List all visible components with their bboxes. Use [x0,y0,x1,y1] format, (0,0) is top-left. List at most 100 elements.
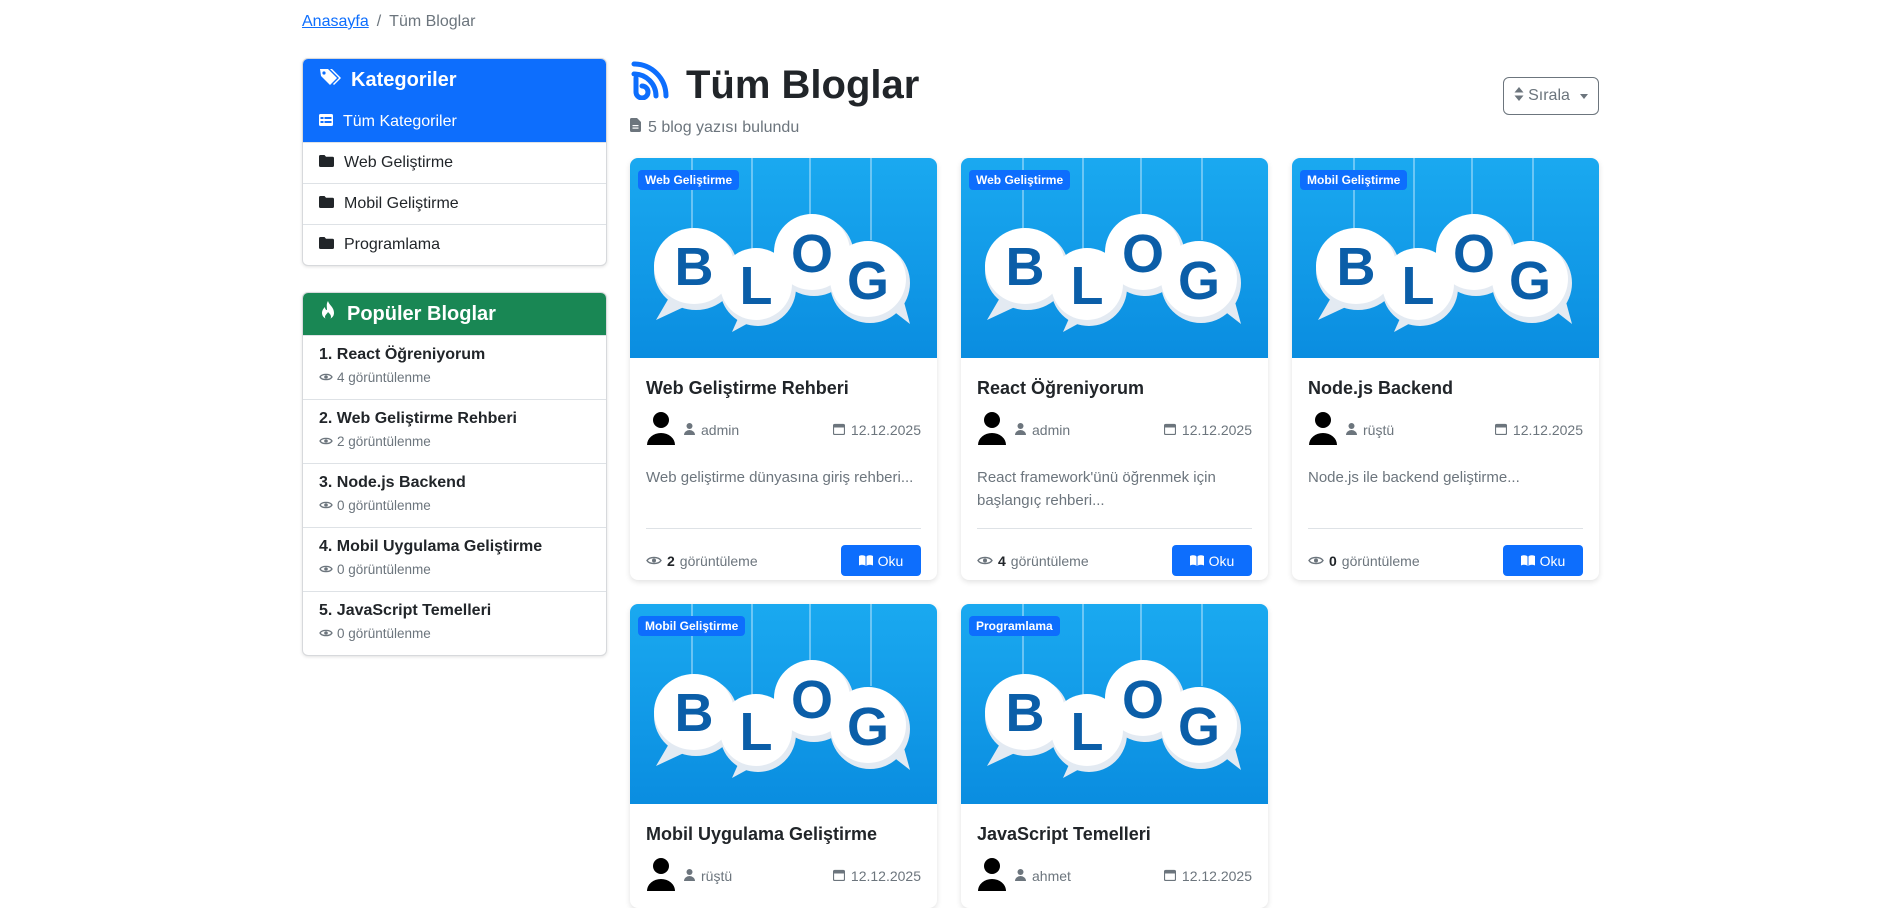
blog-views: 0 görüntüleme [1308,553,1420,569]
svg-text:L: L [1071,702,1104,762]
blog-cover-image[interactable]: B L O G Mobil Geliştirme [1292,158,1599,358]
breadcrumb: Anasayfa / Tüm Bloglar [302,13,475,31]
blog-title[interactable]: React Öğreniyorum [977,378,1252,399]
book-open-icon [1189,553,1204,569]
popular-blog-title[interactable]: 3. Node.js Backend [319,474,606,492]
svg-text:B: B [1006,237,1045,297]
eye-icon [319,498,333,513]
category-label: Mobil Geliştirme [344,195,459,212]
svg-text:B: B [675,683,714,743]
category-badge: Mobil Geliştirme [638,616,746,636]
blog-card[interactable]: B L O G Programlama JavaScript Temelleri… [961,604,1268,908]
breadcrumb-current: Tüm Bloglar [389,13,476,30]
blog-title[interactable]: Node.js Backend [1308,378,1583,399]
file-icon [630,118,641,137]
calendar-icon [1494,422,1508,438]
category-label: Web Geliştirme [344,154,454,171]
user-icon [684,422,695,438]
eye-icon [319,562,333,577]
avatar [646,411,676,448]
breadcrumb-home-link[interactable]: Anasayfa [302,13,369,31]
popular-blog-item[interactable]: 1. React Öğreniyorum 4 görüntülenme [303,335,606,399]
popular-blog-item[interactable]: 3. Node.js Backend 0 görüntülenme [303,463,606,527]
blog-title[interactable]: Web Geliştirme Rehberi [646,378,921,399]
eye-icon [319,434,333,449]
blog-date: 12.12.2025 [1163,868,1252,884]
eye-icon [646,553,662,569]
tags-icon [319,67,341,93]
read-button[interactable]: Oku [841,545,921,576]
calendar-icon [832,422,846,438]
category-item-web[interactable]: Web Geliştirme [303,142,606,183]
blog-author: ahmet [1015,868,1071,884]
blog-cover-image[interactable]: B L O G Web Geliştirme [630,158,937,358]
svg-text:G: G [847,251,889,311]
read-button[interactable]: Oku [1503,545,1583,576]
book-open-icon [858,553,873,569]
blog-date: 12.12.2025 [832,422,921,438]
svg-text:L: L [740,702,773,762]
popular-blog-item[interactable]: 2. Web Geliştirme Rehberi 2 görüntülenme [303,399,606,463]
eye-icon [977,553,993,569]
blog-card-footer: 0 görüntüleme Oku [1308,528,1583,576]
categories-card: Kategoriler Tüm Kategoriler Web Geliştir… [302,58,607,266]
page-title: Tüm Bloglar [686,62,920,107]
category-item-all[interactable]: Tüm Kategoriler [303,101,606,142]
svg-text:L: L [1071,256,1104,316]
popular-blog-item[interactable]: 4. Mobil Uygulama Geliştirme 0 görüntüle… [303,527,606,591]
category-item-mobile[interactable]: Mobil Geliştirme [303,183,606,224]
blog-date: 12.12.2025 [1494,422,1583,438]
categories-header: Kategoriler [303,59,606,101]
popular-blog-title[interactable]: 5. JavaScript Temelleri [319,602,606,620]
blog-title[interactable]: Mobil Uygulama Geliştirme [646,824,921,845]
popular-blogs-title: Popüler Bloglar [347,302,496,325]
blog-title[interactable]: JavaScript Temelleri [977,824,1252,845]
breadcrumb-separator: / [376,13,382,30]
chevron-down-icon [1579,93,1588,99]
popular-blog-views: 0 görüntülenme [319,626,606,641]
svg-text:B: B [1006,683,1045,743]
svg-text:G: G [847,697,889,757]
blog-cover-image[interactable]: B L O G Web Geliştirme [961,158,1268,358]
svg-text:G: G [1178,251,1220,311]
category-label: Programlama [344,236,441,253]
popular-blog-views: 0 görüntülenme [319,498,606,513]
eye-icon [319,626,333,641]
page-header: Tüm Bloglar 5 blog yazısı bulundu [630,60,919,137]
blog-card[interactable]: B L O G Mobil Geliştirme Node.js Backend… [1292,158,1599,580]
popular-blogs-header: Popüler Bloglar [303,293,606,335]
popular-blog-title[interactable]: 2. Web Geliştirme Rehberi [319,410,606,428]
blog-cover-image[interactable]: B L O G Programlama [961,604,1268,804]
category-badge: Web Geliştirme [638,170,740,190]
svg-text:L: L [740,256,773,316]
popular-blog-views: 4 görüntülenme [319,370,606,385]
user-icon [1346,422,1357,438]
blog-card[interactable]: B L O G Mobil Geliştirme Mobil Uygulama … [630,604,937,908]
blog-cover-image[interactable]: B L O G Mobil Geliştirme [630,604,937,804]
blog-date: 12.12.2025 [1163,422,1252,438]
sort-dropdown-button[interactable]: Sırala [1503,77,1599,115]
calendar-icon [1163,868,1177,884]
popular-blog-item[interactable]: 5. JavaScript Temelleri 0 görüntülenme [303,591,606,655]
svg-text:G: G [1178,697,1220,757]
svg-text:O: O [1122,224,1164,284]
blog-card[interactable]: B L O G Web Geliştirme Web Geliştirme Re… [630,158,937,580]
popular-blog-title[interactable]: 1. React Öğreniyorum [319,346,606,364]
popular-blog-title[interactable]: 4. Mobil Uygulama Geliştirme [319,538,606,556]
category-label: Tüm Kategoriler [343,112,457,130]
folder-icon [319,236,334,254]
blog-meta: ahmet 12.12.2025 [977,857,1252,894]
user-icon [1015,868,1026,884]
blog-meta: rüştü 12.12.2025 [646,857,921,894]
blog-excerpt: React framework'ünü öğrenmek için başlan… [977,469,1216,509]
blog-meta: admin 12.12.2025 [646,411,921,448]
read-button[interactable]: Oku [1172,545,1252,576]
blog-card-footer: 2 görüntüleme Oku [646,528,921,576]
blog-excerpt: Web geliştirme dünyasına giriş rehberi..… [646,469,914,486]
category-item-programming[interactable]: Programlama [303,224,606,265]
avatar [1308,411,1338,448]
blog-card[interactable]: B L O G Web Geliştirme React Öğreniyorum… [961,158,1268,580]
blog-meta: admin 12.12.2025 [977,411,1252,448]
category-badge: Programlama [969,616,1060,636]
svg-text:B: B [675,237,714,297]
